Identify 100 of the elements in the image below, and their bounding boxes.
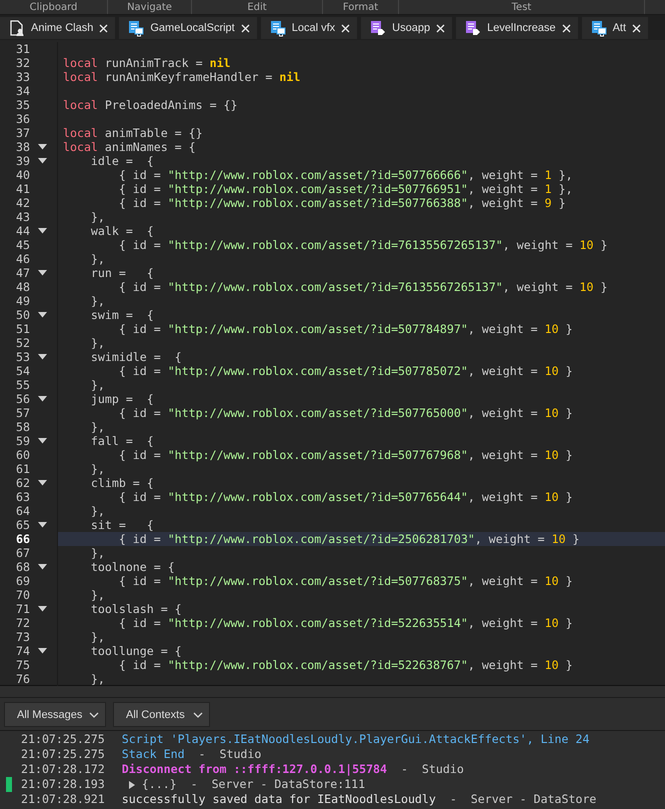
line-number: 65: [15, 518, 30, 532]
fold-caret-icon[interactable]: [38, 270, 47, 276]
line-number: 69: [15, 574, 30, 588]
code-line: },: [90, 588, 105, 602]
document-arrow-icon: [370, 20, 386, 36]
line-number: 63: [15, 490, 30, 504]
close-icon[interactable]: [436, 24, 446, 32]
code-line: { id = "http://www.roblox.com/asset/?id=507785072", weight = 10 }: [118, 364, 573, 378]
close-icon[interactable]: [341, 24, 350, 32]
document-monitor-icon: [128, 20, 144, 36]
close-icon[interactable]: [99, 24, 108, 32]
code-line: local PreloadedAnims = {}: [63, 98, 238, 112]
editor-tab[interactable]: Att: [582, 17, 648, 39]
editor-tab[interactable]: LevelIncrease: [456, 17, 578, 39]
code-line: },: [90, 378, 105, 392]
code-line: toolnone = {: [90, 560, 175, 574]
line-number: 70: [15, 588, 30, 602]
code-line: { id = "http://www.roblox.com/asset/?id=522638767", weight = 10 }: [118, 658, 573, 672]
document-monitor-icon: [590, 20, 607, 36]
filter-dropdown[interactable]: All Contexts: [113, 702, 210, 727]
line-number: 34: [15, 84, 30, 98]
fold-caret-icon[interactable]: [38, 396, 47, 402]
line-number: 61: [15, 462, 30, 476]
code-line: { id = "http://www.roblox.com/asset/?id=507766666", weight = 1 },: [118, 168, 573, 182]
editor-tab[interactable]: Usoapp: [361, 17, 452, 39]
code-line: toolslash = {: [90, 602, 182, 616]
log-message: {...} - Server - DataStore:111: [142, 777, 366, 792]
line-number: 36: [15, 112, 30, 126]
code-line: { id = "http://www.roblox.com/asset/?id=507766388", weight = 9 }: [118, 196, 566, 210]
line-number: 67: [15, 546, 30, 560]
fold-caret-icon[interactable]: [38, 480, 47, 486]
line-number: 49: [15, 294, 30, 308]
ribbon-group-label: Format: [342, 1, 378, 14]
timestamp: 21:07:28.193: [21, 777, 105, 792]
code-line: { id = "http://www.roblox.com/asset/?id=507765000", weight = 10 }: [118, 406, 573, 420]
fold-caret-icon[interactable]: [38, 648, 47, 654]
close-icon[interactable]: [562, 24, 571, 32]
close-icon[interactable]: [240, 24, 250, 32]
code-line: climb = {: [90, 476, 154, 490]
fold-caret-icon[interactable]: [38, 228, 47, 234]
editor-tab[interactable]: GameLocalScript: [119, 17, 257, 39]
line-number: 51: [15, 322, 30, 336]
document-person-icon: [9, 20, 25, 36]
close-icon[interactable]: [632, 24, 642, 32]
code-line: toollunge = {: [90, 644, 182, 658]
code-line: sit = {: [90, 518, 154, 532]
line-number: 39: [15, 154, 30, 168]
code-line: },: [90, 630, 105, 644]
fold-caret-icon[interactable]: [38, 606, 47, 612]
code-line: },: [90, 420, 105, 434]
code-line: { id = "http://www.roblox.com/asset/?id=507766951", weight = 1 },: [118, 182, 573, 196]
line-number: 46: [15, 252, 30, 266]
code-line: { id = "http://www.roblox.com/asset/?id=507784897", weight = 10 }: [118, 322, 573, 336]
line-number: 56: [15, 392, 30, 406]
line-number: 58: [15, 420, 30, 434]
code-line: { id = "http://www.roblox.com/asset/?id=507767968", weight = 10 }: [118, 448, 573, 462]
code-line: jump = {: [90, 392, 154, 406]
line-number: 53: [15, 350, 30, 364]
ribbon-group-label: Edit: [247, 1, 267, 14]
code-line: },: [90, 210, 105, 224]
code-line: },: [90, 336, 105, 350]
line-number: 42: [15, 196, 30, 210]
editor-tab[interactable]: Local vfx: [260, 17, 358, 39]
log-message: Script 'Players.IEatNoodlesLoudly.PlayerGui.AttackEffects', Line 24: [122, 732, 590, 747]
line-number: 47: [15, 266, 30, 280]
code-line: fall = {: [90, 434, 154, 448]
filter-dropdown[interactable]: All Messages: [4, 702, 106, 727]
fold-caret-icon[interactable]: [38, 564, 47, 570]
line-number: 35: [15, 98, 30, 112]
line-number: 50: [15, 308, 30, 322]
editor-tab[interactable]: Anime Clash: [0, 17, 116, 39]
timestamp: 21:07:28.921: [21, 792, 105, 807]
fold-caret-icon[interactable]: [38, 438, 47, 444]
line-number: 57: [15, 406, 30, 420]
expand-arrow-icon[interactable]: [128, 780, 136, 788]
ribbon-group-label: Test: [512, 1, 532, 14]
code-line: },: [90, 462, 105, 476]
fold-caret-icon[interactable]: [38, 354, 47, 360]
code-line: },: [90, 546, 105, 560]
code-line: },: [90, 294, 105, 308]
fold-caret-icon[interactable]: [38, 522, 47, 528]
timestamp: 21:07:25.275: [21, 747, 105, 762]
line-number: 72: [15, 616, 30, 630]
chevron-down-icon: [193, 712, 203, 718]
line-number: 64: [15, 504, 30, 518]
fold-caret-icon[interactable]: [38, 312, 47, 318]
line-number: 71: [15, 602, 30, 616]
line-number: 68: [15, 560, 30, 574]
code-line: swimidle = {: [90, 350, 182, 364]
timestamp: 21:07:25.275: [21, 732, 105, 747]
code-line: },: [90, 504, 105, 518]
fold-caret-icon[interactable]: [38, 144, 47, 150]
line-number: 48: [15, 280, 30, 294]
fold-caret-icon[interactable]: [38, 158, 47, 164]
line-number: 59: [15, 434, 30, 448]
code-line: swim = {: [90, 308, 154, 322]
code-line: { id = "http://www.roblox.com/asset/?id=507765644", weight = 10 }: [118, 490, 573, 504]
code-line: local animTable = {}: [63, 126, 203, 140]
line-number: 62: [15, 476, 30, 490]
code-line: idle = {: [90, 154, 154, 168]
